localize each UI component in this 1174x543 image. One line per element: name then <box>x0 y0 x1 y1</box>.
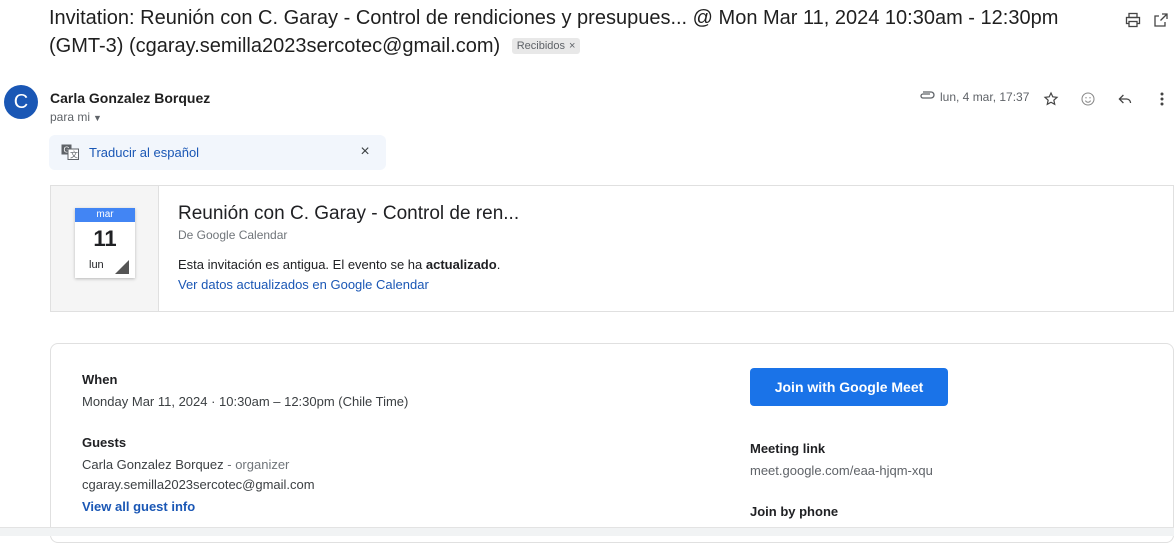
event-source: De Google Calendar <box>178 228 288 242</box>
emoji-icon[interactable] <box>1076 87 1100 111</box>
view-updated-link[interactable]: Ver datos actualizados en Google Calenda… <box>178 277 429 292</box>
when-label: When <box>82 372 118 387</box>
event-details-card: When Monday Mar 11, 2024 · 10:30am – 12:… <box>50 343 1174 543</box>
print-icon[interactable] <box>1122 9 1144 31</box>
guest-email: cgaray.semilla2023sercotec@gmail.com <box>82 477 315 492</box>
guests-label: Guests <box>82 435 127 450</box>
calendar-weekday: lun <box>89 259 104 271</box>
notice-prefix: Esta invitación es antigua. El evento se… <box>178 257 426 272</box>
translate-link[interactable]: Traducir al español <box>89 145 199 160</box>
organizer-role: - organizer <box>223 457 290 472</box>
translate-icon: G文 <box>61 144 79 165</box>
email-subject: Invitation: Reunión con C. Garay - Contr… <box>49 4 1089 60</box>
meeting-link-label: Meeting link <box>750 441 826 456</box>
star-icon[interactable] <box>1039 87 1063 111</box>
svg-text:文: 文 <box>70 150 78 160</box>
outdated-notice: Esta invitación es antigua. El evento se… <box>178 257 500 272</box>
join-by-phone-label: Join by phone <box>750 504 839 519</box>
attachment-icon <box>918 88 936 107</box>
chevron-down-icon: ▼ <box>93 113 102 123</box>
label-chip-text: Recibidos <box>516 40 566 52</box>
view-all-guests-link[interactable]: View all guest info <box>82 499 195 514</box>
notice-bold: actualizado <box>425 257 497 272</box>
calendar-date-panel: mar 11 lun <box>51 186 159 311</box>
calendar-month: mar <box>75 208 135 222</box>
sender-name[interactable]: Carla Gonzalez Borquez <box>50 90 210 106</box>
more-vert-icon[interactable] <box>1150 87 1174 111</box>
page-fold-icon <box>115 260 129 274</box>
open-new-window-icon[interactable] <box>1150 9 1172 31</box>
recipients-toggle[interactable]: para mi ▼ <box>50 110 102 124</box>
join-google-meet-button[interactable]: Join with Google Meet <box>750 368 948 406</box>
event-title: Reunión con C. Garay - Control de ren... <box>178 203 520 224</box>
translate-bar: G文 Traducir al español × <box>49 135 386 170</box>
email-date: lun, 4 mar, 17:37 <box>940 90 1030 104</box>
organizer-name: Carla Gonzalez Borquez <box>82 457 224 472</box>
calendar-date-widget: mar 11 lun <box>75 208 135 278</box>
reply-icon[interactable] <box>1113 87 1137 111</box>
calendar-invite-card: mar 11 lun Reunión con C. Garay - Contro… <box>50 185 1174 312</box>
recipients-label: para mi <box>50 110 91 124</box>
calendar-day: 11 <box>93 226 117 251</box>
label-chip-inbox[interactable]: Recibidos × <box>511 38 581 54</box>
guest-organizer: Carla Gonzalez Borquez - organizer <box>82 457 289 472</box>
avatar[interactable]: C <box>4 85 38 119</box>
when-value: Monday Mar 11, 2024 · 10:30am – 12:30pm … <box>82 394 409 409</box>
close-icon[interactable]: × <box>354 141 376 163</box>
notice-suffix: . <box>496 257 501 272</box>
label-chip-remove-button[interactable]: × <box>569 40 575 52</box>
meeting-link[interactable]: meet.google.com/eaa-hjqm-xqu <box>750 463 933 478</box>
